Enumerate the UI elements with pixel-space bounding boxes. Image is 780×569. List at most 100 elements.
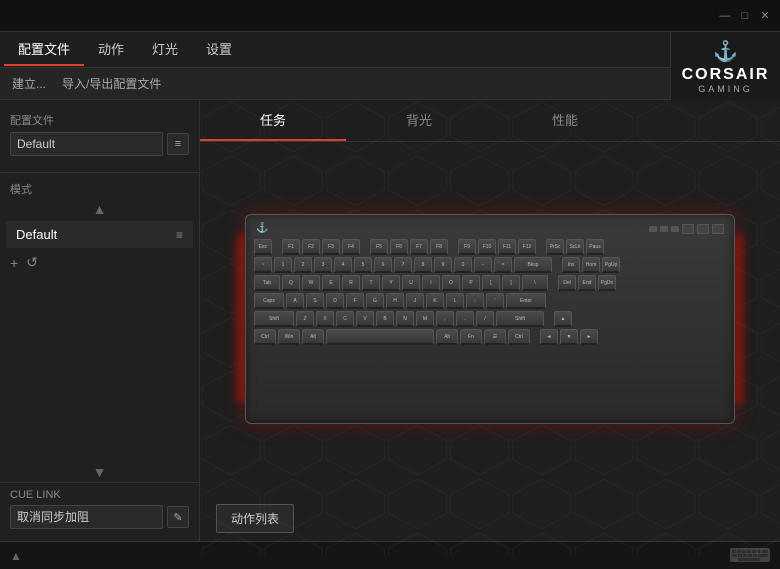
key-ins[interactable]: Ins — [562, 257, 580, 273]
key-backtick[interactable]: ~ — [254, 257, 272, 273]
key-f10[interactable]: F10 — [478, 239, 496, 255]
key-5[interactable]: 5 — [354, 257, 372, 273]
key-u[interactable]: U — [402, 275, 420, 291]
menu-item-actions[interactable]: 动作 — [84, 33, 138, 66]
menu-item-lighting[interactable]: 灯光 — [138, 33, 192, 66]
key-esc[interactable]: Esc — [254, 239, 272, 255]
key-equals[interactable]: = — [494, 257, 512, 273]
key-fn[interactable]: Fn — [460, 329, 482, 345]
key-c[interactable]: C — [336, 311, 354, 327]
key-f2[interactable]: F2 — [302, 239, 320, 255]
close-button[interactable]: ✕ — [758, 9, 772, 23]
key-f12[interactable]: F12 — [518, 239, 536, 255]
key-f11[interactable]: F11 — [498, 239, 516, 255]
key-end[interactable]: End — [578, 275, 596, 291]
key-7[interactable]: 7 — [394, 257, 412, 273]
restore-mode-button[interactable]: ↺ — [26, 254, 38, 271]
key-home[interactable]: Hom — [582, 257, 600, 273]
key-rbracket[interactable]: ] — [502, 275, 520, 291]
key-f7[interactable]: F7 — [410, 239, 428, 255]
key-y[interactable]: Y — [382, 275, 400, 291]
cue-link-dropdown[interactable]: 取消同步加阻 — [10, 505, 163, 529]
key-r[interactable]: R — [342, 275, 360, 291]
key-rctrl[interactable]: Ctrl — [508, 329, 530, 345]
key-6[interactable]: 6 — [374, 257, 392, 273]
key-lalt[interactable]: Alt — [302, 329, 324, 345]
key-f5[interactable]: F5 — [370, 239, 388, 255]
key-arrow-right[interactable]: ► — [580, 329, 598, 345]
key-2[interactable]: 2 — [294, 257, 312, 273]
key-lwin[interactable]: Win — [278, 329, 300, 345]
key-0[interactable]: 0 — [454, 257, 472, 273]
key-f9[interactable]: F9 — [458, 239, 476, 255]
key-comma[interactable]: , — [436, 311, 454, 327]
key-tab[interactable]: Tab — [254, 275, 280, 291]
key-z[interactable]: Z — [296, 311, 314, 327]
key-3[interactable]: 3 — [314, 257, 332, 273]
key-q[interactable]: Q — [282, 275, 300, 291]
key-caps[interactable]: Caps — [254, 293, 284, 309]
tab-performance[interactable]: 性能 — [492, 100, 638, 141]
key-scrlk[interactable]: ScLk — [566, 239, 584, 255]
chevron-up-icon[interactable]: ▲ — [0, 199, 199, 219]
key-k[interactable]: K — [426, 293, 444, 309]
profile-menu-button[interactable]: ≡ — [167, 133, 189, 155]
add-mode-button[interactable]: + — [10, 255, 18, 271]
key-s[interactable]: S — [306, 293, 324, 309]
key-i[interactable]: I — [422, 275, 440, 291]
key-pause[interactable]: Paus — [586, 239, 604, 255]
maximize-button[interactable]: □ — [738, 9, 752, 23]
key-lshift[interactable]: Shift — [254, 311, 294, 327]
key-pgdn[interactable]: PgDn — [598, 275, 616, 291]
key-j[interactable]: J — [406, 293, 424, 309]
minimize-button[interactable]: — — [718, 9, 732, 23]
key-f3[interactable]: F3 — [322, 239, 340, 255]
key-b[interactable]: B — [376, 311, 394, 327]
key-arrow-down[interactable]: ▼ — [560, 329, 578, 345]
bottom-chevron-up[interactable]: ▲ — [10, 549, 22, 563]
key-rshift[interactable]: Shift — [496, 311, 544, 327]
profile-dropdown[interactable]: Default — [10, 132, 163, 156]
key-f[interactable]: F — [346, 293, 364, 309]
key-pgup[interactable]: PgUp — [602, 257, 620, 273]
key-9[interactable]: 9 — [434, 257, 452, 273]
key-f8[interactable]: F8 — [430, 239, 448, 255]
key-space[interactable] — [326, 329, 434, 345]
key-period[interactable]: . — [456, 311, 474, 327]
key-t[interactable]: T — [362, 275, 380, 291]
key-n[interactable]: N — [396, 311, 414, 327]
key-f1[interactable]: F1 — [282, 239, 300, 255]
cue-link-edit-button[interactable]: ✎ — [167, 506, 189, 528]
key-a[interactable]: A — [286, 293, 304, 309]
menu-item-profile[interactable]: 配置文件 — [4, 33, 84, 66]
key-l[interactable]: L — [446, 293, 464, 309]
import-export-button[interactable]: 导入/导出配置文件 — [62, 75, 161, 92]
key-ralt[interactable]: Alt — [436, 329, 458, 345]
key-arrow-up[interactable]: ▲ — [554, 311, 572, 327]
key-1[interactable]: 1 — [274, 257, 292, 273]
key-d[interactable]: D — [326, 293, 344, 309]
key-minus[interactable]: - — [474, 257, 492, 273]
key-8[interactable]: 8 — [414, 257, 432, 273]
key-del[interactable]: Del — [558, 275, 576, 291]
key-m[interactable]: M — [416, 311, 434, 327]
key-g[interactable]: G — [366, 293, 384, 309]
key-o[interactable]: O — [442, 275, 460, 291]
key-4[interactable]: 4 — [334, 257, 352, 273]
key-e[interactable]: E — [322, 275, 340, 291]
action-list-button[interactable]: 动作列表 — [216, 504, 294, 533]
key-prtsc[interactable]: PrSc — [546, 239, 564, 255]
key-semi[interactable]: ; — [466, 293, 484, 309]
key-x[interactable]: X — [316, 311, 334, 327]
key-f6[interactable]: F6 — [390, 239, 408, 255]
key-v[interactable]: V — [356, 311, 374, 327]
key-w[interactable]: W — [302, 275, 320, 291]
key-menu[interactable]: ☰ — [484, 329, 506, 345]
key-backslash[interactable]: \ — [522, 275, 548, 291]
key-h[interactable]: H — [386, 293, 404, 309]
key-lctrl[interactable]: Ctrl — [254, 329, 276, 345]
tab-lighting[interactable]: 背光 — [346, 100, 492, 141]
build-button[interactable]: 建立... — [12, 75, 46, 92]
key-f4[interactable]: F4 — [342, 239, 360, 255]
key-lbracket[interactable]: [ — [482, 275, 500, 291]
